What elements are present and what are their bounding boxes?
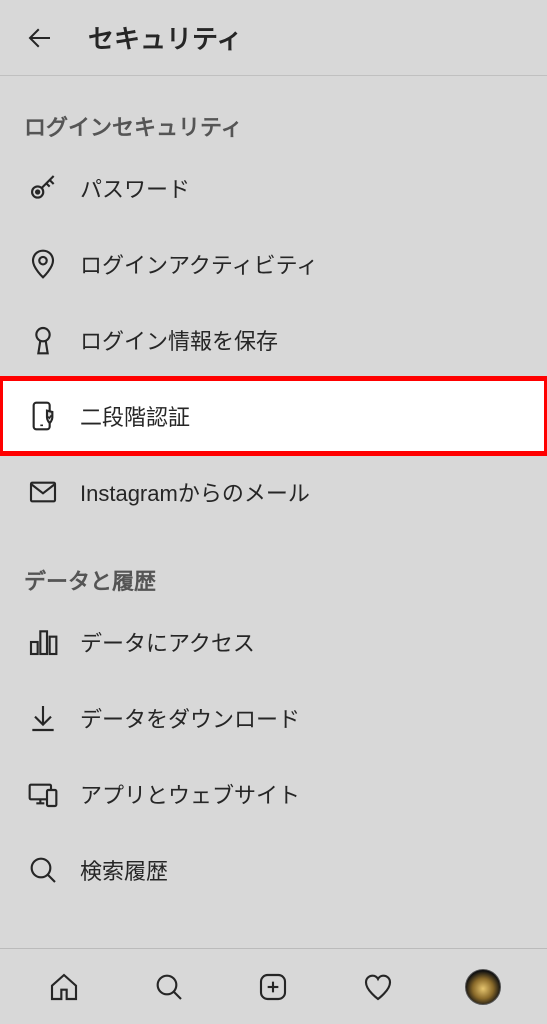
nav-activity[interactable] [356,965,400,1009]
item-password[interactable]: パスワード [0,150,547,226]
section-title: ログインセキュリティ [0,110,547,150]
bar-chart-icon [24,623,62,661]
page-title: セキュリティ [88,19,242,56]
item-two-factor[interactable]: 二段階認証 [0,378,547,454]
item-label: ログイン情報を保存 [80,324,278,356]
nav-profile[interactable] [461,965,505,1009]
header: セキュリティ [0,0,547,76]
download-icon [24,699,62,737]
heart-icon [362,971,394,1003]
item-download-data[interactable]: データをダウンロード [0,680,547,756]
item-label: Instagramからのメール [80,476,310,508]
home-icon [48,971,80,1003]
search-icon [153,971,185,1003]
avatar [465,969,501,1005]
add-icon [257,971,289,1003]
devices-icon [24,775,62,813]
keyhole-icon [24,321,62,359]
item-access-data[interactable]: データにアクセス [0,604,547,680]
bottom-nav [0,948,547,1024]
item-instagram-mail[interactable]: Instagramからのメール [0,454,547,530]
item-label: データをダウンロード [80,702,300,734]
nav-home[interactable] [42,965,86,1009]
item-login-activity[interactable]: ログインアクティビティ [0,226,547,302]
item-label: データにアクセス [80,626,255,658]
pin-icon [24,245,62,283]
item-label: ログインアクティビティ [80,248,318,280]
section-login-security: ログインセキュリティ パスワード ログインアクティビティ [0,76,547,530]
key-icon [24,169,62,207]
item-search-history[interactable]: 検索履歴 [0,832,547,908]
section-title: データと履歴 [0,564,547,604]
nav-add[interactable] [251,965,295,1009]
item-apps-websites[interactable]: アプリとウェブサイト [0,756,547,832]
content: ログインセキュリティ パスワード ログインアクティビティ [0,76,547,948]
item-label: 二段階認証 [80,400,190,432]
item-label: 検索履歴 [80,854,168,886]
search-icon [24,851,62,889]
section-data-history: データと履歴 データにアクセス データをダウンロード [0,530,547,908]
nav-search[interactable] [147,965,191,1009]
item-label: パスワード [80,172,190,204]
back-button[interactable] [18,16,62,60]
item-label: アプリとウェブサイト [80,778,300,810]
item-save-login[interactable]: ログイン情報を保存 [0,302,547,378]
arrow-left-icon [25,23,55,53]
phone-shield-icon [24,397,62,435]
mail-icon [24,473,62,511]
